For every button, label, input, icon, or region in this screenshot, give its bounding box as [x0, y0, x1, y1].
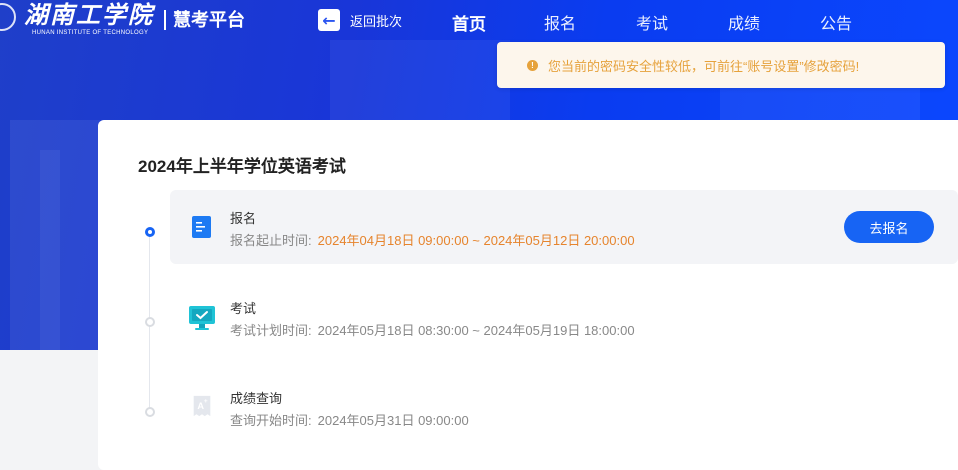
nav-registration[interactable]: 报名 — [544, 10, 576, 34]
timeline-dot-active — [145, 227, 155, 237]
step-name: 成绩查询 — [230, 391, 283, 406]
school-seal-icon — [0, 3, 16, 31]
time-value: 2024年04月18日 09:00:00 ~ 2024年05月12日 20:00… — [317, 233, 635, 248]
exam-card: 2024年上半年学位英语考试 报名 报名起止时间: 2024年04月18日 09:… — [98, 120, 958, 470]
time-value: 2024年05月18日 08:30:00 ~ 2024年05月19日 18:00… — [317, 323, 635, 338]
step-name: 考试 — [230, 301, 257, 316]
time-label: 查询开始时间: — [230, 413, 312, 428]
monitor-check-icon — [189, 306, 215, 330]
nav-home[interactable]: 首页 — [452, 10, 486, 35]
step-grade-query: A + 成绩查询 查询开始时间: 2024年05月31日 09:00:00 — [170, 370, 958, 444]
back-to-batch-button[interactable]: ← 返回批次 — [318, 9, 402, 31]
step-name: 报名 — [230, 211, 257, 226]
step-time: 考试计划时间: 2024年05月18日 08:30:00 ~ 2024年05月19… — [230, 320, 635, 339]
timeline-dot — [145, 317, 155, 327]
building-silhouette — [40, 150, 60, 350]
nav-announcements[interactable]: 公告 — [820, 10, 852, 34]
logo-divider — [164, 10, 166, 30]
time-label: 考试计划时间: — [230, 323, 312, 338]
school-logo: 湖南工学院 — [24, 0, 154, 29]
registration-icon — [192, 216, 211, 238]
step-exam: 考试 考试计划时间: 2024年05月18日 08:30:00 ~ 2024年05… — [170, 280, 958, 354]
platform-name: 慧考平台 — [173, 10, 245, 30]
svg-text:+: + — [204, 398, 208, 405]
nav-exam[interactable]: 考试 — [636, 10, 668, 34]
building-silhouette — [330, 40, 510, 130]
timeline-dot — [145, 407, 155, 417]
arrow-left-icon: ← — [318, 9, 340, 31]
time-value: 2024年05月31日 09:00:00 — [317, 413, 469, 428]
grade-certificate-icon: A + — [193, 395, 211, 417]
go-register-button[interactable]: 去报名 — [844, 211, 934, 243]
back-label: 返回批次 — [350, 13, 403, 29]
step-time: 查询开始时间: 2024年05月31日 09:00:00 — [230, 410, 469, 429]
time-label: 报名起止时间: — [230, 233, 312, 248]
warning-text: 您当前的密码安全性较低，可前往“账号设置”修改密码! — [548, 58, 860, 74]
exam-title: 2024年上半年学位英语考试 — [138, 157, 346, 176]
password-warning-notice: ! 您当前的密码安全性较低，可前往“账号设置”修改密码! — [497, 42, 945, 88]
top-navbar: 湖南工学院 HUNAN INSTITUTE OF TECHNOLOGY 慧考平台… — [0, 0, 958, 42]
school-logo-subtext: HUNAN INSTITUTE OF TECHNOLOGY — [32, 30, 149, 36]
step-time: 报名起止时间: 2024年04月18日 09:00:00 ~ 2024年05月12… — [230, 230, 635, 249]
warning-icon: ! — [527, 59, 538, 71]
step-registration: 报名 报名起止时间: 2024年04月18日 09:00:00 ~ 2024年05… — [170, 190, 958, 264]
nav-grades[interactable]: 成绩 — [728, 10, 760, 34]
